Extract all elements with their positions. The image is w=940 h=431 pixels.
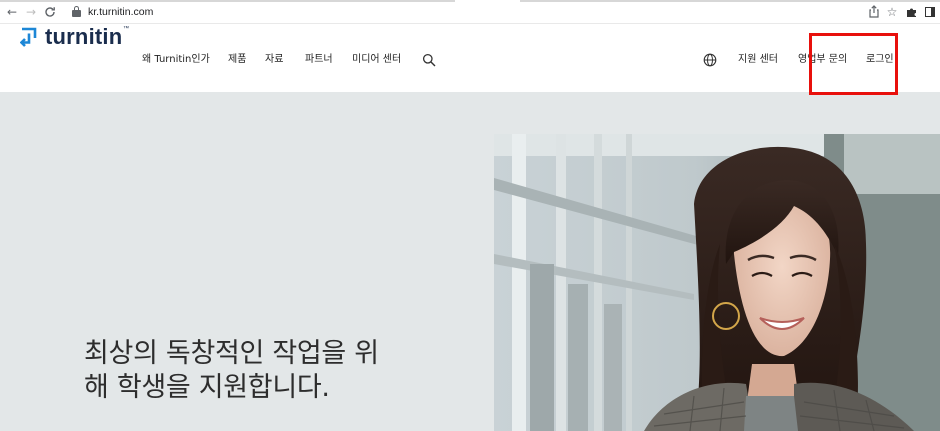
puzzle-icon[interactable] xyxy=(904,4,920,20)
turnitin-logo-icon xyxy=(19,26,38,48)
globe-icon[interactable] xyxy=(703,52,717,67)
star-icon[interactable]: ☆ xyxy=(884,4,900,20)
nav-support-center[interactable]: 지원 센터 xyxy=(738,53,778,67)
highlight-box xyxy=(809,33,898,95)
hero-title: 최상의 독창적인 작업을 위 해 학생을 지원합니다. xyxy=(84,337,464,405)
search-icon[interactable] xyxy=(422,52,436,67)
nav-resources[interactable]: 자료 xyxy=(265,53,283,67)
side-panel-icon[interactable] xyxy=(922,4,938,20)
share-icon[interactable] xyxy=(866,4,882,20)
nav-why-turnitin[interactable]: 왜 Turnitin인가 xyxy=(142,53,210,67)
logo-text: turnitin ™ xyxy=(45,24,130,49)
hero-photo xyxy=(494,134,940,431)
browser-toolbar: ← → kr.turnitin.com ☆ xyxy=(0,0,940,24)
turnitin-logo[interactable]: turnitin ™ xyxy=(19,24,130,50)
nav-media-center[interactable]: 미디어 센터 xyxy=(352,53,401,67)
lock-icon[interactable] xyxy=(72,6,81,17)
tab-strip xyxy=(0,0,940,2)
hero-section: 최상의 독창적인 작업을 위 해 학생을 지원합니다. xyxy=(0,92,940,431)
nav-partners[interactable]: 파트너 xyxy=(305,53,333,67)
reload-icon[interactable] xyxy=(42,4,58,20)
back-icon[interactable]: ← xyxy=(4,4,20,20)
forward-icon[interactable]: → xyxy=(23,4,39,20)
hero-title-line-2: 해 학생을 지원합니다. xyxy=(84,372,330,403)
address-bar[interactable]: kr.turnitin.com xyxy=(88,5,153,19)
hero-title-line-1: 최상의 독창적인 작업을 위 xyxy=(84,338,379,369)
nav-products[interactable]: 제품 xyxy=(228,53,246,67)
